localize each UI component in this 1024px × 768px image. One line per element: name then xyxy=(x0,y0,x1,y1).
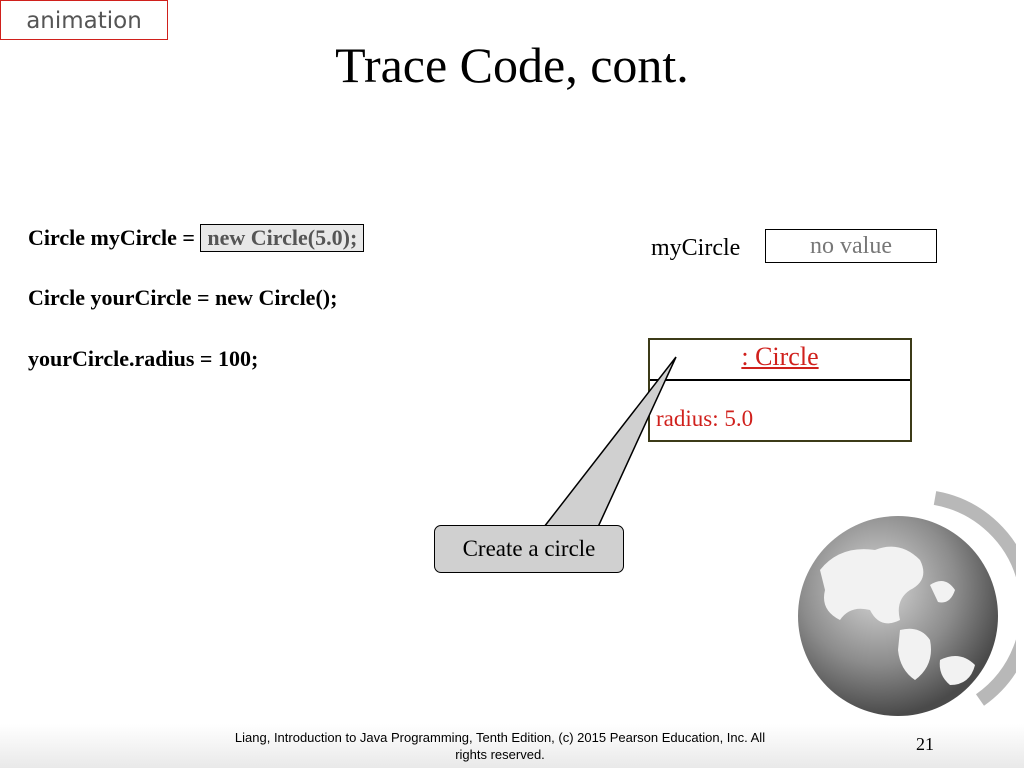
page-number: 21 xyxy=(916,734,934,754)
globe-icon xyxy=(798,491,1016,716)
callout-box: Create a circle xyxy=(434,525,624,573)
footer-text: Liang, Introduction to Java Programming,… xyxy=(200,729,800,763)
footer-text-line-2: rights reserved. xyxy=(455,747,545,762)
footer-text-line-1: Liang, Introduction to Java Programming,… xyxy=(234,730,766,745)
